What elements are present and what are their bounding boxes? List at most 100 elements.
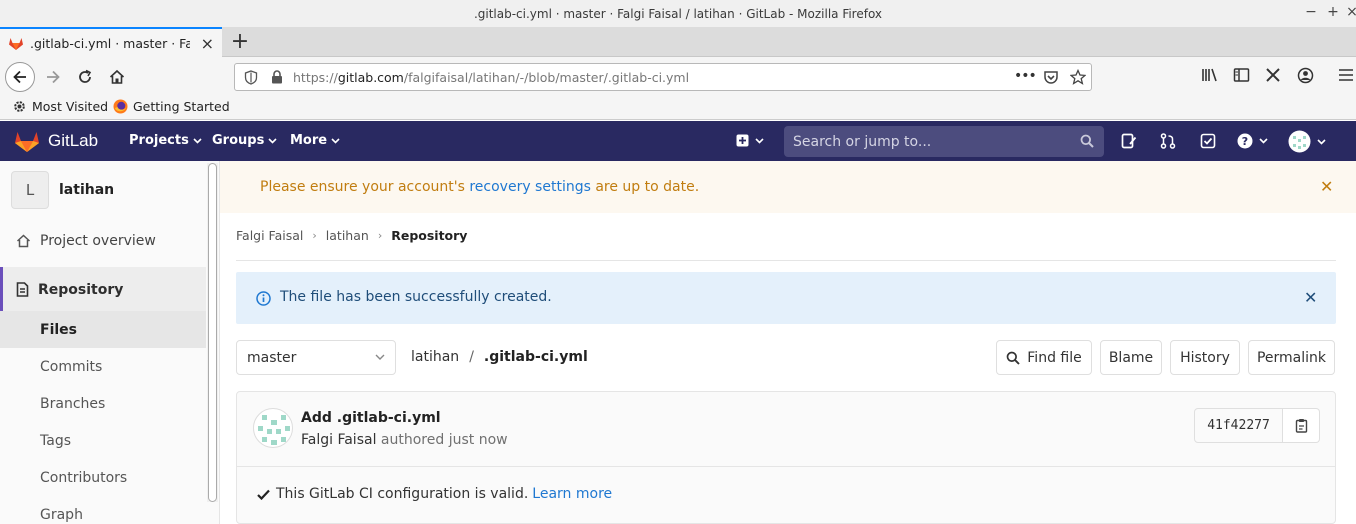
help-dropdown[interactable]: ? — [1237, 133, 1268, 149]
search-input[interactable] — [793, 133, 1063, 150]
window-titlebar: .gitlab-ci.yml · master · Falgi Faisal /… — [0, 0, 1356, 27]
sidebar-item-repository[interactable]: Repository — [0, 267, 206, 312]
maximize-button[interactable]: + — [1324, 4, 1342, 20]
account-icon[interactable] — [1297, 67, 1314, 84]
tab-strip: .gitlab-ci.yml · master · Falgi F × + — [0, 27, 1356, 57]
extension-x-icon[interactable] — [1265, 67, 1281, 83]
clipboard-icon — [1295, 419, 1307, 433]
ci-validation-status: This GitLab CI configuration is valid. L… — [257, 486, 612, 502]
project-header[interactable]: L latihan — [11, 171, 114, 209]
recovery-settings-link[interactable]: recovery settings — [469, 179, 591, 195]
question-circle-icon: ? — [1237, 133, 1253, 149]
url-bar[interactable]: https://gitlab.com/falgifaisal/latihan/-… — [234, 63, 1092, 91]
tab-title: .gitlab-ci.yml · master · Falgi F — [30, 35, 190, 51]
sidebar-sub-contributors[interactable]: Contributors — [0, 459, 206, 496]
sidebar-sub-files[interactable]: Files — [0, 311, 206, 348]
hamburger-menu-icon[interactable] — [1338, 67, 1354, 83]
sidebar-scrollbar-thumb[interactable] — [208, 163, 217, 502]
breadcrumb-user[interactable]: Falgi Faisal — [236, 228, 303, 243]
history-button[interactable]: History — [1170, 340, 1240, 375]
alert-message: Please ensure your account's recovery se… — [260, 179, 700, 195]
sidebar-toggle-icon[interactable] — [1233, 67, 1250, 83]
project-name: latihan — [59, 182, 115, 198]
commit-sha-group: 41f42277 — [1194, 408, 1320, 443]
bookmarks-bar: Most Visited Getting Started — [0, 97, 1356, 120]
merge-request-icon[interactable] — [1160, 133, 1176, 149]
breadcrumb-separator: › — [312, 229, 317, 242]
commit-author[interactable]: Falgi Faisal — [301, 432, 376, 448]
project-avatar: L — [11, 171, 49, 209]
last-commit-panel: Add .gitlab-ci.yml Falgi Faisal authored… — [236, 391, 1336, 524]
project-sidebar: L latihan Project overview Repository Fi… — [0, 161, 220, 524]
user-avatar-icon — [1288, 130, 1311, 153]
todos-pencil-icon[interactable] — [1121, 133, 1137, 149]
svg-text:?: ? — [1242, 135, 1248, 148]
new-item-dropdown[interactable] — [736, 134, 764, 147]
path-repo-link[interactable]: latihan — [411, 349, 459, 365]
global-search[interactable] — [784, 126, 1104, 157]
chevron-down-icon — [1259, 138, 1268, 144]
file-created-alert: The file has been successfully created. … — [236, 272, 1336, 324]
bookmark-most-visited[interactable]: Most Visited — [12, 99, 108, 114]
chevron-down-icon — [193, 137, 202, 144]
chevron-down-icon — [1317, 138, 1326, 145]
minimize-button[interactable]: − — [1302, 4, 1320, 20]
window-close-button[interactable]: × — [1343, 4, 1356, 20]
pocket-icon[interactable] — [1043, 70, 1059, 85]
bookmark-getting-started[interactable]: Getting Started — [113, 99, 230, 114]
reload-button[interactable] — [70, 62, 100, 92]
browser-tab[interactable]: .gitlab-ci.yml · master · Falgi F × — [0, 27, 222, 57]
sidebar-sub-tags[interactable]: Tags — [0, 422, 206, 459]
home-button[interactable] — [102, 62, 132, 92]
page-actions-more-icon[interactable]: ••• — [1014, 68, 1037, 84]
gitlab-favicon-icon — [9, 38, 23, 50]
permalink-button[interactable]: Permalink — [1248, 340, 1335, 375]
breadcrumb-project[interactable]: latihan — [326, 228, 369, 243]
todo-check-icon[interactable] — [1200, 133, 1216, 149]
user-menu-dropdown[interactable] — [1288, 130, 1326, 153]
tab-close-icon[interactable]: × — [201, 34, 214, 53]
reload-icon — [79, 69, 92, 83]
sidebar-sub-graph[interactable]: Graph — [0, 496, 206, 524]
bookmark-star-icon[interactable] — [1070, 69, 1086, 85]
shield-icon[interactable] — [244, 70, 258, 85]
close-icon[interactable]: ✕ — [1320, 177, 1333, 196]
document-icon — [16, 282, 29, 297]
nav-projects[interactable]: Projects — [129, 133, 202, 148]
library-icon[interactable] — [1201, 67, 1219, 83]
ci-status-message: This GitLab CI configuration is valid. — [276, 486, 529, 502]
lock-icon[interactable] — [271, 70, 283, 84]
nav-groups[interactable]: Groups — [212, 133, 277, 148]
browser-navbar: https://gitlab.com/falgifaisal/latihan/-… — [0, 57, 1356, 97]
sidebar-item-project-overview[interactable]: Project overview — [16, 233, 222, 249]
close-icon[interactable]: ✕ — [1304, 288, 1317, 307]
blame-button[interactable]: Blame — [1100, 340, 1162, 375]
branch-select[interactable]: master — [236, 340, 396, 375]
breadcrumb-current[interactable]: Repository — [391, 228, 467, 243]
nav-more[interactable]: More — [290, 133, 340, 148]
forward-button[interactable] — [38, 62, 68, 92]
alert-message: The file has been successfully created. — [280, 289, 552, 305]
find-file-button[interactable]: Find file — [996, 340, 1092, 375]
sidebar-scrollbar[interactable] — [207, 163, 218, 502]
author-avatar[interactable] — [253, 408, 293, 448]
sidebar-sub-commits[interactable]: Commits — [0, 348, 206, 385]
gitlab-home-link[interactable]: GitLab — [14, 129, 98, 153]
divider — [236, 260, 1336, 261]
home-icon — [109, 69, 125, 84]
url-text[interactable]: https://gitlab.com/falgifaisal/latihan/-… — [293, 70, 689, 85]
arrow-right-icon — [47, 70, 60, 84]
path-file-name[interactable]: .gitlab-ci.yml — [484, 349, 588, 365]
copy-sha-button[interactable] — [1283, 408, 1320, 443]
gitlab-header: GitLab Projects Groups More ? — [0, 121, 1356, 161]
new-tab-button[interactable]: + — [228, 29, 252, 54]
branch-name: master — [247, 349, 297, 366]
sidebar-sub-branches[interactable]: Branches — [0, 385, 206, 422]
commit-title[interactable]: Add .gitlab-ci.yml — [301, 410, 441, 426]
identicon-icon — [258, 415, 290, 445]
plus-square-icon — [736, 134, 749, 147]
learn-more-link[interactable]: Learn more — [532, 486, 612, 502]
commit-sha[interactable]: 41f42277 — [1194, 408, 1283, 443]
chevron-down-icon — [375, 354, 385, 360]
back-button[interactable] — [5, 62, 35, 92]
